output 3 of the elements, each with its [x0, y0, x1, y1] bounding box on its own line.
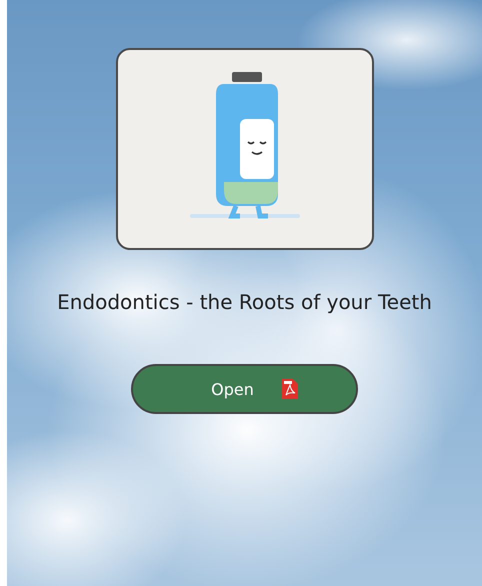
pdf-icon	[282, 379, 298, 399]
open-button[interactable]: Open	[131, 364, 358, 414]
resource-title: Endodontics - the Roots of your Teeth	[57, 290, 432, 314]
